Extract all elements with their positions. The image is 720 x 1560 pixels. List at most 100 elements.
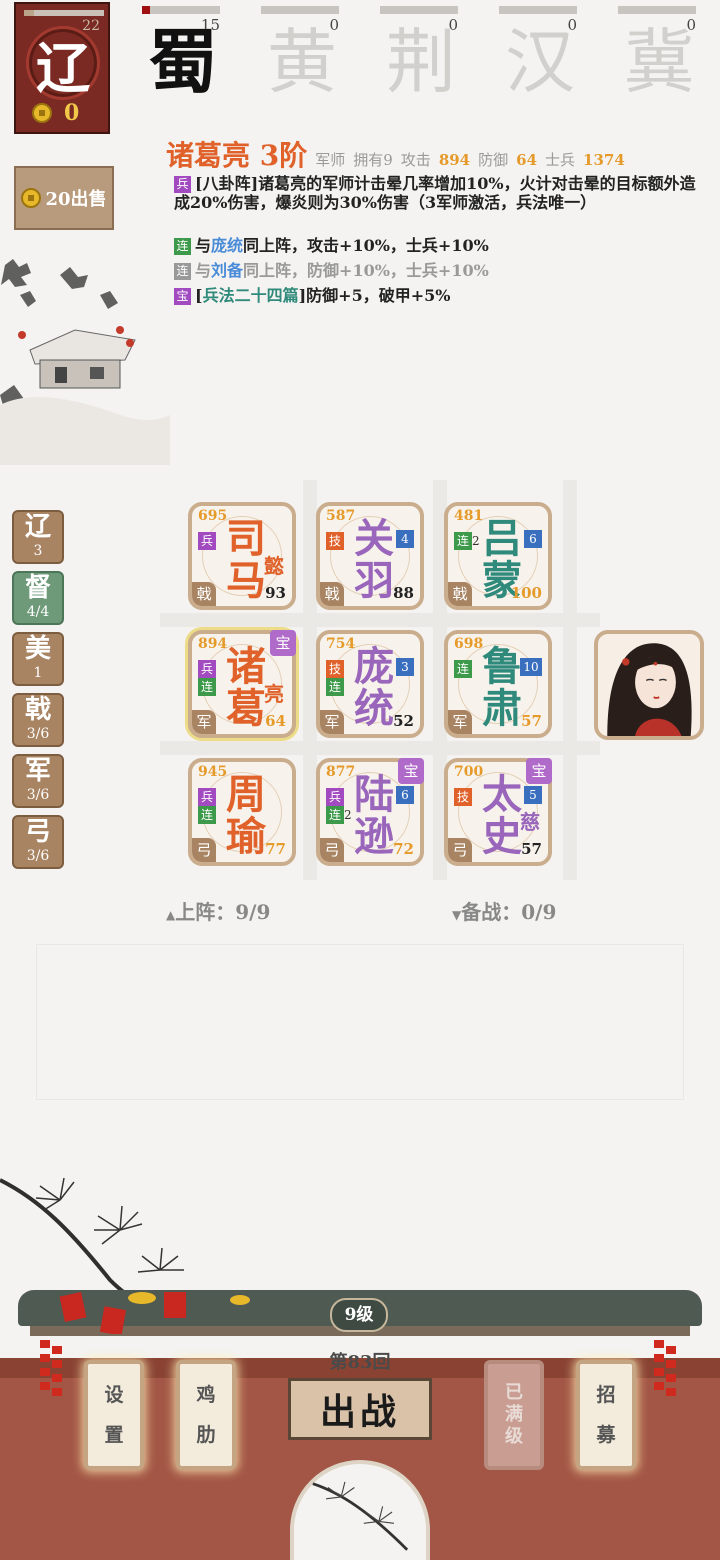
side-tab-count: 1 [33, 665, 43, 681]
tactic-tag: 兵 [198, 660, 216, 678]
skill-tactic: 兵 [八卦阵]诸葛亮的军师计击晕几率增加10%，火计对击晕的目标额外造成20%伤害… [174, 174, 704, 212]
hero-power: 877 [326, 764, 356, 780]
hero-name-char-2: 肃 [482, 685, 522, 732]
max-level-button[interactable]: 已 满 级 [484, 1360, 544, 1470]
link-tag: 连 [454, 660, 472, 678]
deployed-count: 上阵：9/9 [175, 900, 271, 924]
hero-name-char-1: 太 [482, 771, 522, 818]
treasure-tag: 宝 [174, 288, 191, 305]
star-badge: 6 [396, 786, 414, 804]
hero-card-luxun[interactable]: 877 宝 兵 连 2 6 陆 逊 弓 72 [316, 758, 424, 866]
hero-type: 军 [192, 710, 216, 734]
lucky-envelopes-decoration [59, 1291, 250, 1334]
side-tab-liao[interactable]: 辽 3 [12, 510, 64, 564]
soldiers-value: 1374 [583, 151, 625, 169]
max-level-label-1: 已 [505, 1382, 523, 1403]
hero-power: 700 [454, 764, 484, 780]
hero-level: 100 [510, 584, 542, 602]
hero-name-char-2: 瑜 [226, 813, 266, 860]
faction-name: 蜀 [148, 20, 218, 103]
skill-link-liubei: 连与刘备同上阵，防御+10%，士兵+10% [174, 261, 704, 280]
hero-name-char-1: 司 [226, 515, 266, 562]
hero-type: 弓 [320, 838, 344, 862]
battle-button[interactable]: 出战 [288, 1378, 432, 1440]
hero-power: 754 [326, 636, 356, 652]
hero-card-guanyu[interactable]: 587 技 4 关 羽 戟 88 [316, 502, 424, 610]
side-tab-gong[interactable]: 弓 3/6 [12, 815, 64, 869]
link-tag: 连 [454, 532, 472, 550]
faction-progress-bar [499, 6, 577, 14]
hero-name-char-1: 鲁 [482, 643, 522, 690]
coin-icon [21, 188, 42, 208]
side-tab-label: 督 [24, 573, 51, 603]
reserve-status[interactable]: ▼备战：0/9 [452, 896, 556, 925]
hero-name-char-3: 亮 [264, 682, 284, 706]
skill-prefix: 与 [195, 261, 212, 280]
hero-card-pangtong[interactable]: 754 技 连 3 庞 统 军 52 [316, 630, 424, 738]
max-level-label-3: 级 [505, 1426, 523, 1447]
reserve-bench[interactable] [36, 944, 684, 1100]
star-badge: 3 [396, 658, 414, 676]
side-tab-ji[interactable]: 戟 3/6 [12, 693, 64, 747]
hero-level: 57 [521, 840, 542, 858]
hero-name-char-2: 史 [482, 813, 522, 860]
hero-card-zhugeliang[interactable]: 894 宝 兵 连 诸 葛 亮 军 64 [188, 630, 296, 738]
hero-name-char-2: 逊 [354, 813, 394, 860]
star-badge: 6 [524, 530, 542, 548]
attack-label: 攻击 [400, 151, 431, 169]
max-level-label-2: 满 [505, 1404, 523, 1425]
pine-painting [312, 1481, 409, 1551]
side-tab-count: 3/6 [26, 787, 50, 803]
hero-card-simayi[interactable]: 695 兵 司 马 懿 戟 93 [188, 502, 296, 610]
chicken-rib-label-1: 鸡 [196, 1384, 216, 1406]
hero-card-zhouyu[interactable]: 945 兵 连 周 瑜 弓 77 [188, 758, 296, 866]
soldiers-label: 士兵 [545, 151, 576, 169]
hero-name-char-1: 陆 [354, 771, 394, 818]
side-tab-label: 戟 [24, 695, 51, 725]
side-tab-mei[interactable]: 美 1 [12, 632, 64, 686]
hero-power: 945 [198, 764, 228, 780]
chicken-rib-button[interactable]: 鸡 肋 [176, 1360, 236, 1470]
sell-button[interactable]: 20出售 [14, 166, 114, 230]
hero-type: 戟 [192, 582, 216, 606]
faction-progress-bar [618, 6, 696, 14]
skill-prefix: 与 [195, 236, 212, 255]
player-card[interactable]: 22 辽 0 [14, 2, 110, 134]
hero-name-char-1: 诸 [226, 643, 266, 690]
hero-power: 698 [454, 636, 484, 652]
side-tab-label: 弓 [24, 817, 51, 847]
faction-huang[interactable]: 0 黄 [261, 6, 339, 106]
settings-button[interactable]: 设 置 [84, 1360, 144, 1470]
player-faction-char: 辽 [36, 35, 90, 100]
hero-card-lvmeng[interactable]: 481 连 2 6 吕 蒙 戟 100 [444, 502, 552, 610]
link-tag: 连 [198, 806, 216, 824]
side-tab-jun[interactable]: 军 3/6 [12, 754, 64, 808]
hero-card-taishici[interactable]: 700 宝 技 5 太 史 慈 弓 57 [444, 758, 552, 866]
hero-info-header: 诸葛亮 3阶 军师 拥有9 攻击 894 防御 64 士兵 1374 [166, 134, 706, 174]
hero-name-char-1: 周 [226, 771, 266, 818]
recruit-button[interactable]: 招 募 [576, 1360, 636, 1470]
faction-jing[interactable]: 0 荆 [380, 6, 458, 106]
link-count: 2 [472, 534, 480, 548]
hero-power: 894 [198, 636, 228, 652]
skill-effect: ]防御+5，破甲+5% [298, 286, 451, 305]
lady-portrait[interactable] [594, 630, 704, 740]
faction-shu[interactable]: 15 蜀 [142, 6, 220, 106]
hero-card-lusu[interactable]: 698 连 10 鲁 肃 军 57 [444, 630, 552, 738]
faction-han[interactable]: 0 汉 [499, 6, 577, 106]
hero-level: 77 [265, 840, 286, 858]
player-hp-bar [24, 10, 104, 16]
skill-partner: 庞统 [211, 236, 244, 255]
skill-text: [八卦阵]诸葛亮的军师计击晕几率增加10%，火计对击晕的目标额外造成20%伤害，… [174, 174, 696, 212]
side-tab-label: 美 [24, 634, 51, 664]
side-tab-label: 辽 [24, 512, 51, 542]
link-tag: 连 [174, 238, 191, 255]
faction-ji[interactable]: 0 冀 [618, 6, 696, 106]
skill-tag: 技 [326, 660, 344, 678]
link-tag: 连 [174, 263, 191, 280]
treasure-badge: 宝 [270, 630, 296, 656]
hero-power: 587 [326, 508, 356, 524]
hero-owned: 拥有9 [353, 151, 393, 169]
side-tab-du[interactable]: 督 4/4 [12, 571, 64, 625]
hero-type: 军 [448, 710, 472, 734]
